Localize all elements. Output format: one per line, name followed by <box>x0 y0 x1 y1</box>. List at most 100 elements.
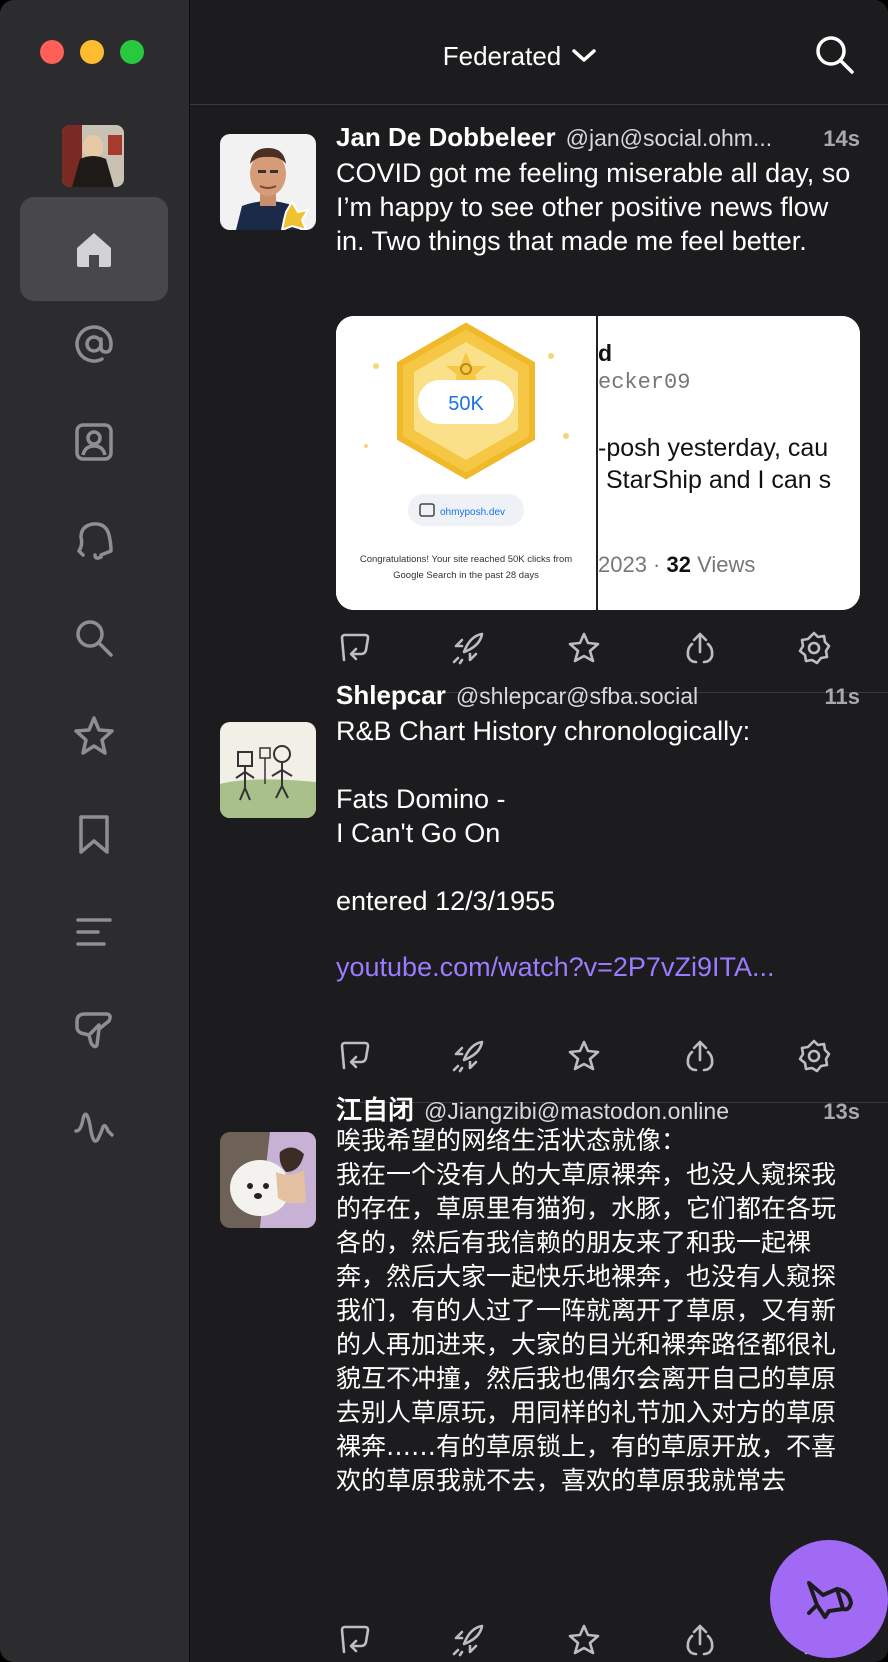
reply-button[interactable] <box>336 1622 372 1658</box>
post-content: Jan De Dobbeleer @jan@social.ohm... 14s … <box>336 122 860 258</box>
more-icon <box>798 631 831 665</box>
post-link[interactable]: youtube.com/watch?v=2P7vZi9ITA... <box>336 950 860 984</box>
post-timestamp: 14s <box>823 126 860 151</box>
at-icon <box>75 325 113 363</box>
more-icon <box>798 1039 831 1073</box>
boost-icon <box>452 1040 484 1073</box>
author-name[interactable]: Shlepcar <box>336 680 446 711</box>
post-timestamp: 11s <box>824 684 861 709</box>
favorite-icon <box>568 632 600 663</box>
screenshot-line-4: StarShip and I can s <box>606 466 832 494</box>
reply-icon <box>340 633 370 662</box>
star-icon <box>74 716 114 755</box>
boost-icon <box>452 1624 484 1657</box>
media-image-1[interactable]: 50K ohmyposh.dev Congratulations! Your s… <box>336 316 596 610</box>
compose-button[interactable] <box>770 1540 888 1658</box>
media-caption: Congratulations! Your site reached 50K c… <box>359 554 573 581</box>
reply-icon <box>340 1625 370 1654</box>
post-text: R&B Chart History chronologically: Fats … <box>336 716 751 916</box>
sidebar-item-activity[interactable] <box>20 1076 168 1180</box>
home-icon <box>77 233 111 267</box>
badge-value: 50K <box>448 393 484 415</box>
activity-icon <box>74 1112 114 1143</box>
screenshot-line-3: -posh yesterday, cau <box>598 434 829 462</box>
author-name[interactable]: 江自闭 <box>336 1090 414 1124</box>
account-avatar[interactable] <box>62 125 124 187</box>
sidebar-item-messages[interactable] <box>20 978 168 1082</box>
favorite-icon <box>568 1040 600 1071</box>
boost-button[interactable] <box>450 1038 486 1074</box>
boost-button[interactable] <box>450 1622 486 1658</box>
post-text: 唉我希望的网络生活状态就像： 我在一个没有人的大草原裸奔，也没人窥探我的存在，草… <box>336 1126 837 1495</box>
screenshot-footer-year: 2023 · <box>598 552 667 577</box>
megaphone-icon <box>807 1581 853 1619</box>
post-actions <box>336 1038 860 1078</box>
chevron-down-icon <box>572 49 597 62</box>
share-icon <box>686 632 714 664</box>
share-icon <box>686 1040 714 1072</box>
author-name[interactable]: Jan De Dobbeleer <box>336 122 556 153</box>
share-button[interactable] <box>682 630 718 666</box>
link-spacer <box>336 918 860 950</box>
favorite-icon <box>568 1624 600 1655</box>
screenshot-footer: 2023 · 32 Views <box>598 552 755 578</box>
timeline-pane: Federated Jan De Dobbeleer @jan@social.o… <box>190 0 888 1662</box>
post-header: Shlepcar @shlepcar@sfba.social 11s <box>336 680 860 714</box>
avatar[interactable] <box>220 1132 316 1228</box>
post-content: 江自闭 @Jiangzibi@mastodon.online 13s 唉我希望的… <box>336 1090 860 1498</box>
favorite-button[interactable] <box>566 1038 602 1074</box>
reply-button[interactable] <box>336 1038 372 1074</box>
post-actions <box>336 630 860 670</box>
message-icon <box>75 1012 112 1049</box>
avatar[interactable] <box>220 134 316 230</box>
favorite-button[interactable] <box>566 1622 602 1658</box>
list-icon <box>76 918 112 946</box>
bell-icon <box>77 522 113 560</box>
share-icon <box>686 1624 714 1656</box>
timeline-label: Federated <box>442 40 562 71</box>
sidebar-item-favorites[interactable] <box>20 684 168 788</box>
more-button[interactable] <box>796 630 832 666</box>
reply-button[interactable] <box>336 630 372 666</box>
timeline-picker[interactable]: Federated <box>390 36 650 76</box>
favorite-button[interactable] <box>566 630 602 666</box>
sidebar-item-profile[interactable] <box>20 390 168 494</box>
post-header: 江自闭 @Jiangzibi@mastodon.online 13s <box>336 1090 860 1124</box>
sidebar-item-mentions[interactable] <box>20 292 168 396</box>
contact-card-icon <box>75 423 113 461</box>
sidebar-item-notifications[interactable] <box>20 488 168 592</box>
share-button[interactable] <box>682 1038 718 1074</box>
sidebar <box>0 0 190 1662</box>
post-header: Jan De Dobbeleer @jan@social.ohm... 14s <box>336 122 860 156</box>
author-handle[interactable]: @shlepcar@sfba.social <box>456 683 811 710</box>
screenshot-line-2: ecker09 <box>598 370 691 395</box>
media-image-2[interactable]: d ecker09 -posh yesterday, cau StarShip … <box>598 316 860 610</box>
reply-icon <box>340 1041 370 1070</box>
media-attachments[interactable]: 50K ohmyposh.dev Congratulations! Your s… <box>336 316 860 610</box>
search-button[interactable] <box>810 30 858 78</box>
screenshot-footer-views: Views <box>690 552 756 577</box>
post-timestamp: 13s <box>823 1099 860 1124</box>
screenshot-footer-count: 32 <box>666 552 691 577</box>
avatar[interactable] <box>220 722 316 818</box>
post-text: COVID got me feeling miserable all day, … <box>336 158 858 256</box>
sidebar-item-home[interactable] <box>20 197 168 301</box>
post-content: Shlepcar @shlepcar@sfba.social 11s R&B C… <box>336 680 860 984</box>
boost-icon <box>452 632 484 665</box>
boost-button[interactable] <box>450 630 486 666</box>
search-icon <box>76 620 113 657</box>
author-handle[interactable]: @jan@social.ohm... <box>566 125 810 152</box>
zoom-window-button[interactable] <box>120 40 144 64</box>
sidebar-item-lists[interactable] <box>20 880 168 984</box>
site-chip-text: ohmyposh.dev <box>440 507 505 518</box>
close-window-button[interactable] <box>40 40 64 64</box>
author-handle[interactable]: @Jiangzibi@mastodon.online <box>424 1098 809 1124</box>
bookmark-icon <box>79 815 109 854</box>
share-button[interactable] <box>682 1622 718 1658</box>
minimize-window-button[interactable] <box>80 40 104 64</box>
screenshot-line-1: d <box>598 340 613 366</box>
sidebar-item-bookmarks[interactable] <box>20 782 168 886</box>
sidebar-item-explore[interactable] <box>20 586 168 690</box>
more-button[interactable] <box>796 1038 832 1074</box>
app-window: Federated Jan De Dobbeleer @jan@social.o… <box>0 0 888 1662</box>
